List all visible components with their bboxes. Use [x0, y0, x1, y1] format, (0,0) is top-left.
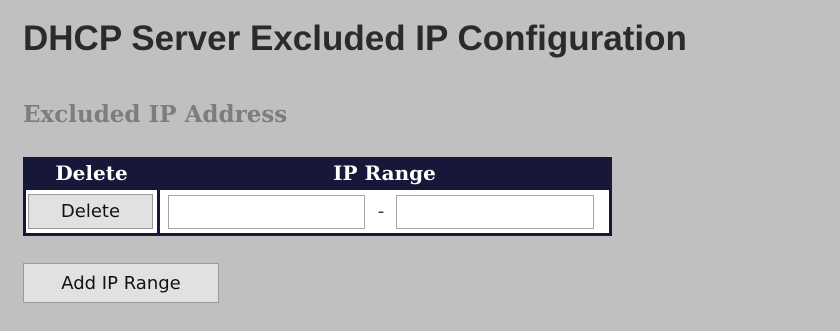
column-header-ip-range: IP Range: [333, 161, 436, 185]
range-separator: -: [377, 201, 385, 222]
delete-button[interactable]: Delete: [28, 194, 153, 229]
table-row-delete-cell: Delete: [26, 190, 157, 233]
end-ip-input[interactable]: [396, 195, 594, 229]
add-ip-range-button[interactable]: Add IP Range: [23, 263, 219, 303]
page-title: DHCP Server Excluded IP Configuration: [23, 19, 687, 58]
section-title: Excluded IP Address: [23, 101, 288, 128]
excluded-ip-table: Delete IP Range Delete -: [23, 157, 612, 236]
table-row-ip-range-cell: -: [160, 190, 609, 233]
column-header-delete: Delete: [55, 161, 128, 185]
start-ip-input[interactable]: [168, 195, 365, 229]
